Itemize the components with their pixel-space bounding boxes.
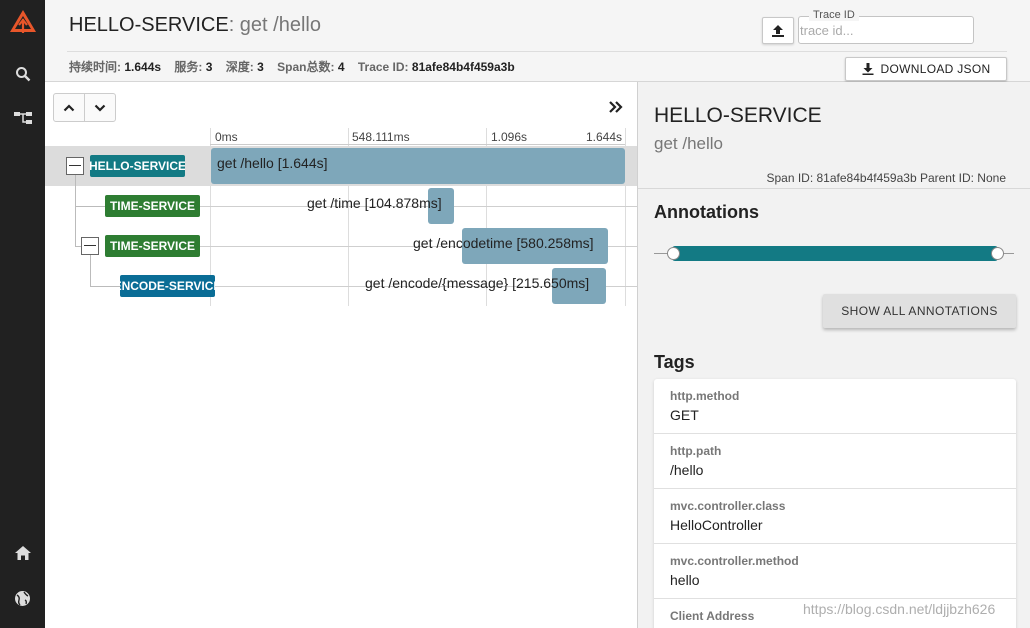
trace-stats: 持续时间: 1.644s 服务: 3 深度: 3 Span总数: 4 Trace…: [69, 58, 525, 75]
tag-value: HelloController: [670, 517, 763, 533]
trace-id-input[interactable]: [800, 21, 970, 39]
span-label: get /hello [1.644s]: [217, 155, 328, 171]
double-chevron-right-icon: [609, 101, 623, 113]
chevron-down-icon: [94, 104, 106, 112]
tag-key: mvc.controller.class: [670, 499, 786, 513]
globe-icon[interactable]: [0, 586, 45, 610]
span-detail-panel: HELLO-SERVICE get /hello Span ID: 81afe8…: [637, 82, 1030, 628]
span-label: get /encode/{message} [215.650ms]: [365, 275, 590, 291]
tree-connector: [75, 206, 76, 246]
detail-service-name: HELLO-SERVICE: [654, 104, 822, 127]
service-badge-label: TIME-SERVICE: [109, 239, 196, 253]
zipkin-logo-icon[interactable]: [0, 6, 45, 40]
watermark-text: https://blog.csdn.net/ldjjbzh626: [803, 601, 996, 617]
timeline-axis: [210, 144, 625, 145]
stat-label: 持续时间:: [69, 60, 121, 74]
stat-label: Trace ID:: [357, 60, 409, 74]
annotation-start-marker[interactable]: [667, 247, 680, 260]
upload-json-button[interactable]: [762, 17, 794, 44]
upload-icon: [772, 24, 784, 37]
download-json-button[interactable]: DOWNLOAD JSON: [845, 57, 1007, 81]
show-all-annotations-button[interactable]: SHOW ALL ANNOTATIONS: [823, 294, 1016, 328]
service-badge-label: TIME-SERVICE: [109, 199, 196, 213]
service-badge[interactable]: TIME-SERVICE: [105, 235, 200, 257]
tick-label: 1.096s: [491, 130, 528, 144]
service-badge-label: HELLO-SERVICE: [90, 159, 185, 173]
span-nav-group: [53, 93, 116, 122]
annotations-heading: Annotations: [654, 202, 759, 222]
tags-heading: Tags: [654, 352, 695, 372]
tag-item: mvc.controller.method hello: [654, 544, 1016, 599]
stat-value: 4: [337, 60, 345, 74]
tag-item: http.path /hello: [654, 434, 1016, 489]
stat-value: 3: [257, 60, 264, 74]
stat-value: 3: [205, 60, 213, 74]
header: HELLO-SERVICE: get /hello 持续时间: 1.644s 服…: [45, 0, 1030, 82]
tree-connector: [75, 175, 76, 206]
service-badge-label: ENCODE-SERVICE: [120, 279, 215, 293]
sidebar: [0, 0, 45, 628]
detail-span-name: get /hello: [654, 134, 723, 153]
download-icon: [862, 63, 874, 75]
dependencies-icon[interactable]: [0, 106, 45, 130]
tree-connector: [75, 206, 105, 207]
tag-key: http.path: [670, 444, 722, 458]
title-service: HELLO-SERVICE: [69, 14, 229, 36]
detail-divider: [638, 188, 1030, 189]
collapse-toggle[interactable]: [81, 237, 99, 255]
page-title: HELLO-SERVICE: get /hello: [69, 14, 321, 37]
stat-label: 深度:: [225, 60, 254, 74]
tags-list: http.method GET http.path /hello mvc.con…: [654, 379, 1016, 628]
stat-label: Span总数:: [277, 60, 335, 74]
previous-span-button[interactable]: [54, 94, 84, 121]
stat-value: 81afe84b4f459a3b: [411, 60, 515, 74]
annotation-end-marker[interactable]: [991, 247, 1004, 260]
tick-label: 0ms: [215, 130, 238, 144]
chevron-up-icon: [63, 103, 75, 111]
collapse-toggle[interactable]: [66, 157, 84, 175]
tag-value: hello: [670, 572, 700, 588]
span-label: get /encodetime [580.258ms]: [413, 235, 594, 251]
detail-span-ids: Span ID: 81afe84b4f459a3b Parent ID: Non…: [766, 171, 1006, 185]
tree-connector: [90, 286, 120, 287]
title-span-name: get /hello: [234, 14, 321, 36]
tag-value: /hello: [670, 462, 704, 478]
download-json-label: DOWNLOAD JSON: [880, 62, 991, 76]
tick-label: 1.644s: [586, 130, 623, 144]
tag-key: mvc.controller.method: [670, 554, 799, 568]
annotation-bar[interactable]: [672, 246, 998, 261]
next-span-button[interactable]: [84, 94, 115, 121]
tag-value: GET: [670, 407, 699, 423]
tag-key: http.method: [670, 389, 740, 403]
trace-id-label: Trace ID: [809, 9, 859, 21]
home-icon[interactable]: [0, 541, 45, 565]
stat-value: 1.644s: [124, 60, 162, 74]
service-badge[interactable]: ENCODE-SERVICE: [120, 275, 215, 297]
toggle-detail-button[interactable]: [604, 96, 628, 118]
stat-label: 服务:: [174, 60, 203, 74]
header-divider: [67, 51, 1007, 52]
span-label: get /time [104.878ms]: [307, 195, 442, 211]
tick-label: 548.111ms: [352, 130, 410, 144]
tag-item: http.method GET: [654, 379, 1016, 434]
search-icon[interactable]: [0, 62, 45, 86]
tag-item: mvc.controller.class HelloController: [654, 489, 1016, 544]
tree-connector: [90, 255, 91, 286]
service-badge[interactable]: HELLO-SERVICE: [90, 155, 185, 177]
trace-timeline: 0ms 548.111ms 1.096s 1.644s HELLO-SERVIC…: [45, 82, 637, 628]
service-badge[interactable]: TIME-SERVICE: [105, 195, 200, 217]
